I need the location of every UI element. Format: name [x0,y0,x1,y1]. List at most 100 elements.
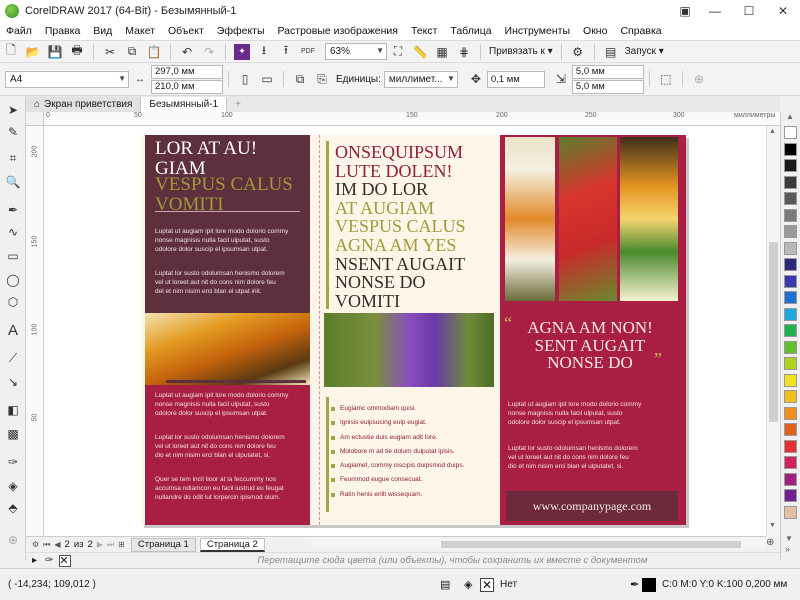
vertical-ruler[interactable]: 200 150 100 50 [26,126,44,536]
color-swatch[interactable] [784,390,797,403]
zoom-navigator-icon[interactable]: ⊕ [766,537,780,551]
show-rulers-icon[interactable]: 📏 [412,44,428,60]
brochure-page[interactable]: LOR AT AU! GIAM VESPUS CALUS VOMITI Lupt… [141,135,686,525]
vertical-scrollbar[interactable]: ▲ ▼ [766,126,780,536]
treat-as-filled-icon[interactable]: ⬚ [658,71,674,87]
fill-none-swatch[interactable]: ✕ [480,577,494,592]
last-page-icon[interactable]: ⏭ [107,540,114,550]
connector-tool-icon[interactable]: ↘ [5,374,21,390]
color-swatch[interactable] [784,208,797,222]
color-swatch[interactable] [784,340,797,354]
horizontal-scroll-thumb[interactable] [441,541,741,548]
nudge-distance-field[interactable]: 0,1 мм [486,70,545,88]
color-swatch[interactable] [784,357,797,370]
menu-layout[interactable]: Макет [125,25,155,37]
polygon-tool-icon[interactable]: ⬡ [5,294,21,310]
snap-to-dropdown[interactable]: Привязать к ▾ [489,46,553,57]
all-pages-icon[interactable]: ⧉ [292,71,308,87]
color-swatch[interactable] [784,505,797,519]
panel-1-body-block[interactable]: Luptat ut augiam ipit lore modo dolorio … [145,385,310,525]
color-swatch[interactable] [784,423,797,436]
add-tool-icon[interactable]: ⊕ [5,532,21,548]
color-swatch[interactable] [784,489,797,502]
interactive-fill-icon[interactable]: ◈ [5,478,21,494]
palette-scroll-down-icon[interactable]: ▼ [785,534,793,543]
zoom-level-combo[interactable]: 63% ▼ [325,43,387,60]
show-guidelines-icon[interactable]: ⋕ [456,44,472,60]
previous-page-icon[interactable]: ◀ [54,540,60,549]
restore-app-icon[interactable]: ▣ [672,0,698,22]
portrait-icon[interactable]: ▯ [237,71,253,87]
export-icon[interactable]: ⭱ [278,43,294,60]
tab-page-1[interactable]: Страница 1 [130,537,196,552]
menu-view[interactable]: Вид [93,25,112,37]
minimize-button[interactable]: — [698,0,732,22]
eyedropper-icon[interactable]: ✑ [5,454,21,470]
color-swatch[interactable] [784,225,797,238]
pick-tool-icon[interactable]: ➤ [5,102,21,118]
print-icon[interactable]: 🖶 [69,43,85,60]
color-swatch[interactable] [784,175,797,189]
website-banner[interactable]: www.companypage.com [506,491,678,521]
palette-menu-icon[interactable]: » [785,544,790,554]
options-gear-icon[interactable]: ⚙ [570,44,586,60]
copy-icon[interactable]: ⧉ [124,44,140,60]
menu-help[interactable]: Справка [620,25,661,37]
transparency-icon[interactable]: ▩ [5,426,21,442]
units-combo[interactable]: миллимет... ▼ [383,70,458,88]
add-page-icon[interactable]: ⊞ [118,540,125,549]
document-palette[interactable]: ▸ ✑ ✕ Перетащите сюда цвета (или объекты… [26,552,780,568]
first-page-icon[interactable]: ⏮ [43,540,50,550]
color-swatch[interactable] [784,241,797,255]
launch-app-icon[interactable]: ▤ [603,44,619,60]
menu-file[interactable]: Файл [6,25,32,37]
page-size-combo[interactable]: A4 ▼ [5,70,129,88]
menu-bitmaps[interactable]: Растровые изображения [278,25,398,37]
orange-flower-image[interactable] [145,313,310,385]
color-swatch[interactable] [784,291,797,304]
menu-edit[interactable]: Правка [45,25,80,37]
show-grid-icon[interactable]: ▦ [434,44,450,60]
menu-window[interactable]: Окно [583,25,607,37]
duplicate-x-field[interactable]: 5,0 мм [571,64,644,79]
color-swatch[interactable] [784,307,797,321]
drop-shadow-icon[interactable]: ◧ [5,402,21,418]
open-icon[interactable]: 📂 [25,44,41,60]
vertical-scroll-thumb[interactable] [769,242,778,422]
cut-icon[interactable]: ✂ [102,44,118,60]
shape-tool-icon[interactable]: ✎ [5,124,21,140]
panel-1-header-block[interactable]: LOR AT AU! GIAM VESPUS CALUS VOMITI Lupt… [145,135,310,313]
color-swatch[interactable] [784,126,797,139]
ellipse-tool-icon[interactable]: ◯ [5,272,21,288]
menu-table[interactable]: Таблица [450,25,491,37]
menu-tools[interactable]: Инструменты [505,25,570,37]
scroll-down-icon[interactable]: ▼ [769,522,776,529]
text-tool-icon[interactable]: A [5,322,21,339]
red-tulip-image[interactable] [559,137,617,301]
add-icon[interactable]: ⊕ [691,71,707,87]
outline-color-swatch[interactable] [642,577,656,592]
duplicate-y-field[interactable]: 5,0 мм [571,79,644,94]
artistic-media-icon[interactable]: ∿ [5,224,21,240]
color-swatch[interactable] [784,142,797,156]
next-page-icon[interactable]: ▶ [97,540,103,549]
color-swatch[interactable] [784,192,797,205]
tab-document[interactable]: Безымянный-1 [141,97,228,112]
page-settings-icon[interactable]: ⚙ [32,540,39,549]
color-swatch[interactable] [784,373,797,387]
new-tab-button[interactable]: + [227,97,249,112]
eyedropper-icon[interactable]: ✑ [45,555,53,566]
horizontal-scrollbar[interactable] [311,538,766,550]
palette-options-icon[interactable]: ▸ [32,555,37,566]
color-swatch[interactable] [784,406,797,420]
undo-icon[interactable]: ↶ [179,44,195,60]
rectangle-tool-icon[interactable]: ▭ [5,248,21,264]
drawing-canvas[interactable]: LOR AT AU! GIAM VESPUS CALUS VOMITI Lupt… [44,126,766,536]
crop-tool-icon[interactable]: ⌗ [5,150,21,166]
page-height-field[interactable]: 210,0 мм [151,79,223,94]
lupine-flower-image[interactable] [324,313,494,387]
menu-text[interactable]: Текст [411,25,437,37]
freehand-tool-icon[interactable]: ✒ [5,202,21,218]
landscape-icon[interactable]: ▭ [259,71,275,87]
document-color-icon[interactable]: ▤ [440,578,450,591]
